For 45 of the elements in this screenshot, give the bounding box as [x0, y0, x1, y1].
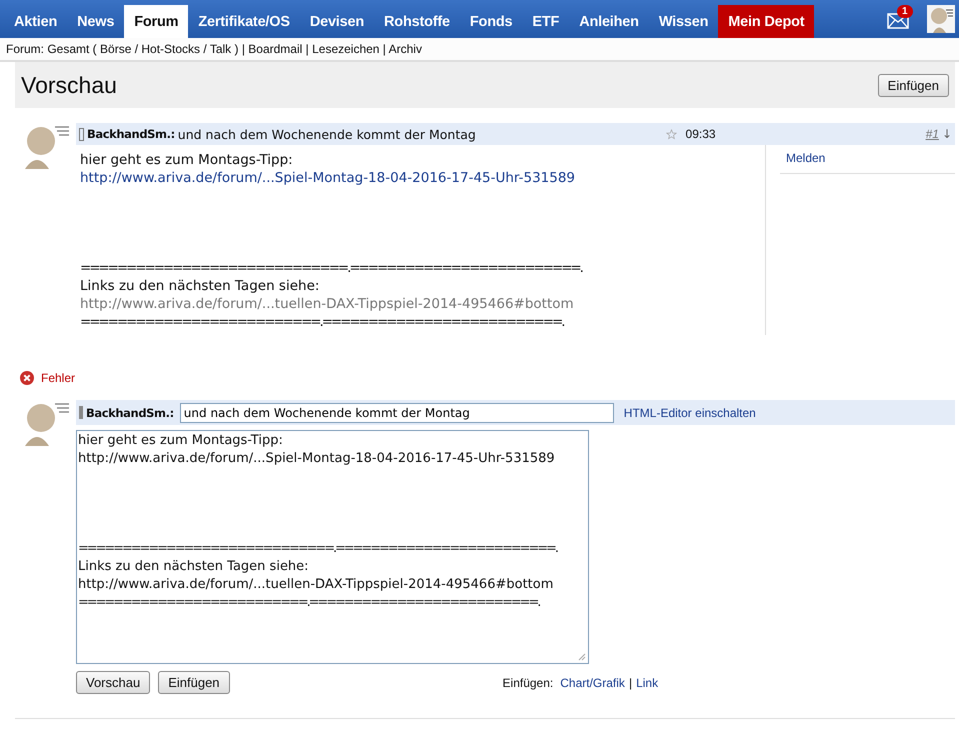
notification-badge: 1: [897, 5, 913, 18]
nav-tab[interactable]: Rohstoffe: [374, 5, 460, 38]
insert-button[interactable]: Einfügen: [878, 74, 949, 96]
form-button[interactable]: Einfügen: [158, 671, 230, 694]
nav-tab[interactable]: Zertifikate/OS: [188, 5, 300, 38]
post-number-link[interactable]: #1: [926, 127, 939, 141]
nav-tab[interactable]: Aktien: [4, 5, 68, 38]
insert-label: Einfügen:: [502, 676, 554, 690]
nav-tab[interactable]: News: [67, 5, 124, 38]
nav-tab[interactable]: Mein Depot: [718, 5, 814, 38]
mail-icon[interactable]: [887, 13, 909, 29]
separator-text: |: [628, 676, 632, 690]
breadcrumb-text: Forum: Gesamt ( Börse / Hot-Stocks / Talk ) | Boardmail | Lesezeichen | Archiv: [6, 42, 422, 56]
insert-link[interactable]: Chart/Grafik: [560, 676, 625, 690]
message-textarea[interactable]: hier geht es zum Montags-Tipp: http://www.ariva.de/forum/...Spiel-Montag-18-04-2016-17-45-Uhr-531589 =============================.=========================. Links zu den nächsten Tagen siehe: http://www.ariva.de/forum/...tuellen-DAX-Tippspiel-2014-495466#bottom ==========================.==========================.: [76, 430, 589, 664]
html-editor-link[interactable]: HTML-Editor einschalten: [624, 406, 756, 420]
nav-tab[interactable]: Wissen: [648, 5, 718, 38]
marker-icon: [79, 128, 84, 140]
subject-input[interactable]: und nach dem Wochenende kommt der Montag: [180, 402, 614, 422]
star-icon[interactable]: [666, 128, 677, 140]
insert-link[interactable]: Link: [636, 676, 658, 690]
nav-tab[interactable]: Anleihen: [569, 5, 649, 38]
report-link[interactable]: Melden: [780, 151, 955, 174]
error-icon: [20, 371, 34, 385]
nav-tab[interactable]: Forum: [124, 5, 188, 38]
page-title: Vorschau: [21, 72, 117, 98]
error-message: Fehler: [41, 371, 76, 385]
jump-down-link[interactable]: ↓: [942, 127, 952, 141]
post-link[interactable]: http://www.ariva.de/forum/...tuellen-DAX-Tippspiel-2014-495466#bottom: [80, 296, 574, 312]
marker-icon: [79, 406, 83, 419]
post-time: 09:33: [686, 127, 716, 141]
post-text: ==========================.==========================.: [80, 314, 564, 330]
author-name[interactable]: BackhandSm.:: [87, 127, 175, 141]
form-button[interactable]: Vorschau: [76, 671, 150, 694]
post-link[interactable]: http://www.ariva.de/forum/...Spiel-Montag-18-04-2016-17-45-Uhr-531589: [80, 170, 576, 186]
post-text: Links zu den nächsten Tagen siehe:: [80, 278, 320, 294]
post-text: hier geht es zum Montags-Tipp:: [80, 152, 293, 168]
resize-grip-icon[interactable]: [578, 653, 586, 661]
nav-tab[interactable]: Devisen: [300, 5, 374, 38]
nav-tab[interactable]: ETF: [522, 5, 570, 38]
nav-tab[interactable]: Fonds: [460, 5, 522, 38]
post-text: =============================.=========================.: [80, 260, 582, 276]
avatar-icon[interactable]: [927, 5, 955, 33]
author-name: BackhandSm.:: [86, 406, 174, 420]
post-subject: und nach dem Wochenende kommt der Montag: [178, 126, 477, 142]
